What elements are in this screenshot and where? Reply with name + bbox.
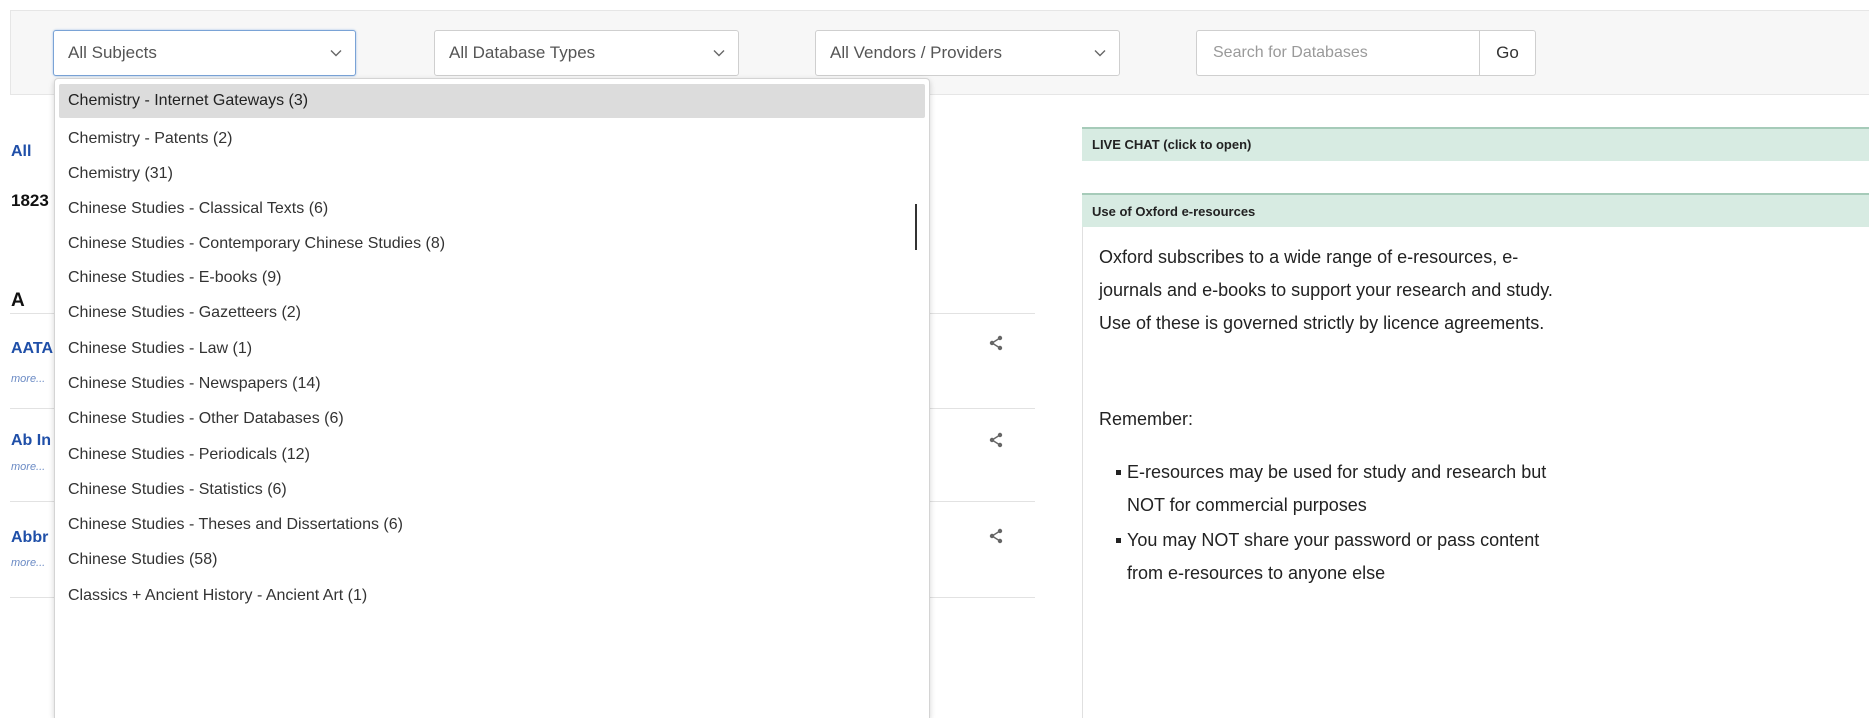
rule-text: You may NOT share your password or pass … [1127, 530, 1540, 583]
subject-option[interactable]: Chinese Studies - Periodicals (12) [59, 438, 925, 472]
oxford-eresources-paragraph: Oxford subscribes to a wide range of e-r… [1099, 247, 1553, 333]
chevron-down-icon [1093, 31, 1107, 75]
live-chat-box[interactable]: LIVE CHAT (click to open) [1082, 127, 1869, 161]
database-title-link[interactable]: AATA [11, 340, 53, 358]
chevron-down-icon [712, 31, 726, 75]
subject-option[interactable]: Chinese Studies (58) [59, 543, 925, 577]
database-type-select[interactable]: All Database Types [434, 30, 739, 76]
bullet-icon [1116, 538, 1121, 543]
more-link[interactable]: more... [11, 461, 45, 473]
bullet-icon [1116, 470, 1121, 475]
subject-option[interactable]: Chinese Studies - Theses and Dissertatio… [59, 508, 925, 542]
go-button[interactable]: Go [1479, 30, 1536, 76]
subject-select-value: All Subjects [68, 43, 157, 62]
subject-option[interactable]: Chinese Studies - Contemporary Chinese S… [59, 227, 925, 261]
rule-item: E-resources may be used for study and re… [1098, 456, 1568, 522]
share-icon[interactable] [988, 528, 1004, 544]
dropdown-scrollbar-thumb[interactable] [915, 204, 917, 250]
subject-option[interactable]: Chemistry - Patents (2) [59, 122, 925, 156]
share-icon[interactable] [988, 432, 1004, 448]
rule-text: E-resources may be used for study and re… [1127, 462, 1547, 515]
more-link[interactable]: more... [11, 373, 45, 385]
more-link[interactable]: more... [11, 557, 45, 569]
live-chat-label[interactable]: LIVE CHAT (click to open) [1092, 137, 1251, 152]
oxford-eresources-title: Use of Oxford e-resources [1092, 204, 1256, 219]
database-count: 1823 [11, 191, 49, 210]
rule-item: You may NOT share your password or pass … [1098, 524, 1568, 590]
subject-dropdown-list[interactable]: Chemistry - Internet Gateways (3) Chemis… [54, 78, 930, 718]
remember-label: Remember: [1099, 409, 1194, 429]
subject-select[interactable]: All Subjects [53, 30, 356, 76]
database-search-input[interactable] [1196, 30, 1480, 76]
subject-option[interactable]: Chinese Studies - Gazetteers (2) [59, 296, 925, 330]
subject-option[interactable]: Chinese Studies - Law (1) [59, 332, 925, 366]
oxford-eresources-body: Oxford subscribes to a wide range of e-r… [1082, 227, 1869, 718]
rules-list: E-resources may be used for study and re… [1098, 456, 1568, 590]
subject-option[interactable]: Chinese Studies - Newspapers (14) [59, 367, 925, 401]
subject-option[interactable]: Classics + Ancient History - Ancient Art… [59, 579, 925, 613]
oxford-eresources-header: Use of Oxford e-resources [1082, 193, 1869, 227]
subject-option[interactable]: Chinese Studies - Classical Texts (6) [59, 192, 925, 226]
share-icon[interactable] [988, 335, 1004, 351]
letter-heading: A [11, 290, 25, 311]
database-type-select-value: All Database Types [449, 43, 596, 62]
chevron-down-icon [329, 31, 343, 75]
subject-option[interactable]: Chinese Studies - Other Databases (6) [59, 402, 925, 436]
subject-option[interactable]: Chinese Studies - Statistics (6) [59, 473, 925, 507]
subject-option[interactable]: Chinese Studies - E-books (9) [59, 261, 925, 295]
database-title-link[interactable]: Ab In [11, 432, 51, 450]
database-title-link[interactable]: Abbr [11, 529, 48, 547]
az-filter-all[interactable]: All [11, 143, 31, 161]
subject-option[interactable]: Chemistry - Internet Gateways (3) [59, 84, 925, 118]
subject-option[interactable]: Chemistry (31) [59, 157, 925, 191]
vendor-select-value: All Vendors / Providers [830, 43, 1002, 62]
vendor-select[interactable]: All Vendors / Providers [815, 30, 1120, 76]
